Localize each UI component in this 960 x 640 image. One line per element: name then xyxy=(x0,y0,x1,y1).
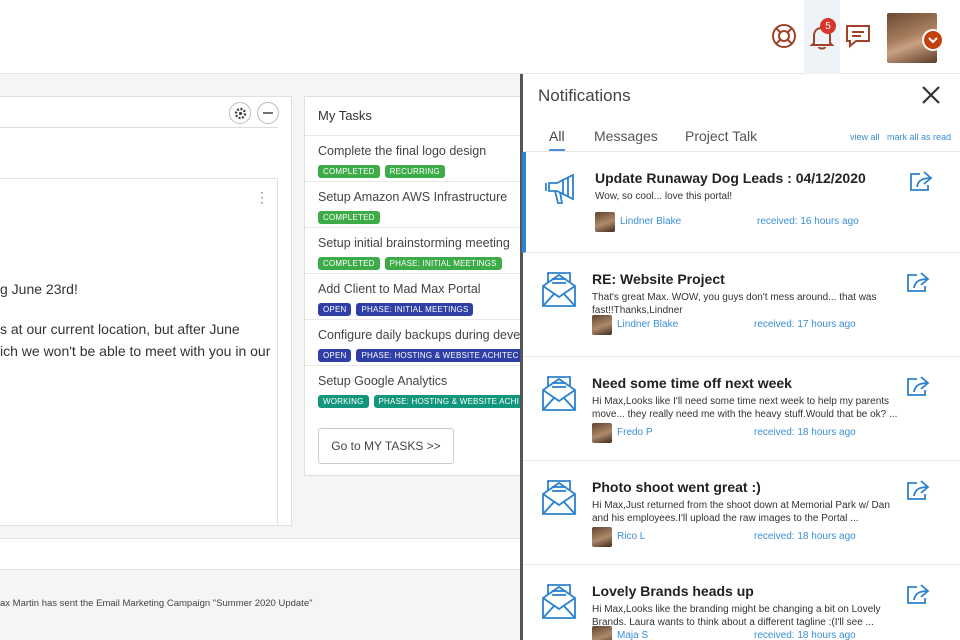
help-lifebuoy-icon[interactable] xyxy=(768,16,800,56)
task-tag: COMPLETED xyxy=(318,165,380,178)
notification-title[interactable]: Need some time off next week xyxy=(592,375,792,391)
notification-body: Wow, so cool... love this portal! xyxy=(595,191,733,202)
task-tags: COMPLETED PHASE: INITIAL MEETINGS xyxy=(318,257,502,270)
tasks-title: My Tasks xyxy=(318,108,372,123)
sender-avatar xyxy=(592,527,612,547)
notification-title[interactable]: Lovely Brands heads up xyxy=(592,583,754,599)
share-icon[interactable] xyxy=(906,479,930,501)
received-time: received: 18 hours ago xyxy=(754,427,856,438)
task-tag: WORKING xyxy=(318,395,369,408)
task-tag: PHASE: HOSTING & WEBSITE ACHI xyxy=(373,395,524,408)
tab-project-talk[interactable]: Project Talk xyxy=(685,128,757,149)
notification-body: Hi Max,Looks like I'll need some time ne… xyxy=(592,396,898,420)
notification-count-badge: 5 xyxy=(820,18,836,34)
panel-header-divider xyxy=(0,127,278,128)
sender-name[interactable]: Rico L xyxy=(617,531,645,542)
more-options-icon[interactable]: ⋮ xyxy=(255,190,269,204)
task-tags: OPEN PHASE: INITIAL MEETINGS xyxy=(318,303,474,316)
notification-title[interactable]: Update Runaway Dog Leads : 04/12/2020 xyxy=(595,170,866,186)
task-item[interactable]: Setup initial brainstorming meeting COMPL… xyxy=(305,227,524,273)
task-name: Setup Google Analytics xyxy=(318,374,448,388)
notification-body: Hi Max,Looks like the branding might be … xyxy=(592,604,881,628)
task-name: Setup Amazon AWS Infrastructure xyxy=(318,190,508,204)
task-tag: RECURRING xyxy=(384,165,445,178)
task-tags: WORKING PHASE: HOSTING & WEBSITE ACHI xyxy=(318,395,524,408)
sender-avatar xyxy=(592,315,612,335)
task-tag: OPEN xyxy=(318,349,352,362)
task-name: Configure daily backups during develo xyxy=(318,328,524,342)
sender-avatar xyxy=(592,423,612,443)
task-item[interactable]: Setup Google Analytics WORKING PHASE: HOST… xyxy=(305,365,524,411)
task-tags: OPEN PHASE: HOSTING & WEBSITE ACHITEC xyxy=(318,349,524,362)
task-item[interactable]: Add Client to Mad Max Portal OPEN PHASE: I… xyxy=(305,273,524,319)
tab-all[interactable]: All xyxy=(549,128,565,151)
sender-name[interactable]: Lindner Blake xyxy=(617,319,678,330)
envelope-icon xyxy=(540,479,578,517)
task-name: Complete the final logo design xyxy=(318,144,487,158)
view-all-link[interactable]: view all xyxy=(850,132,880,142)
sender-avatar xyxy=(592,626,612,640)
sender-name[interactable]: Fredo P xyxy=(617,427,653,438)
notification-item[interactable]: Photo shoot went great :) Hi Max,Just ret… xyxy=(523,461,960,565)
notification-item[interactable]: Lovely Brands heads up Hi Max,Looks like … xyxy=(523,565,960,640)
notification-body: Hi Max,Just returned from the shoot down… xyxy=(592,500,890,524)
task-tags: COMPLETED RECURRING xyxy=(318,165,445,178)
received-time: received: 18 hours ago xyxy=(754,531,856,542)
task-tag: COMPLETED xyxy=(318,211,380,224)
sender-name[interactable]: Maja S xyxy=(617,630,648,640)
my-tasks-panel: My Tasks Complete the final logo design C… xyxy=(304,96,524,476)
sender-avatar xyxy=(595,212,615,232)
sender-name[interactable]: Lindner Blake xyxy=(620,216,681,227)
notification-item[interactable]: Need some time off next week Hi Max,Looks… xyxy=(523,357,960,461)
share-icon[interactable] xyxy=(909,170,933,192)
bottom-strip xyxy=(0,538,520,570)
envelope-icon xyxy=(540,271,578,309)
notification-item[interactable]: RE: Website Project That's great Max. WOW… xyxy=(523,253,960,357)
received-time: received: 16 hours ago xyxy=(757,216,859,227)
chevron-down-icon[interactable] xyxy=(922,29,944,51)
task-item[interactable]: Setup Amazon AWS Infrastructure COMPLETED xyxy=(305,181,524,227)
task-tag: OPEN xyxy=(318,303,352,316)
task-item[interactable]: Complete the final logo design COMPLETED R… xyxy=(305,135,524,181)
message-line-1: g June 23rd! xyxy=(0,281,78,297)
notification-item[interactable]: Update Runaway Dog Leads : 04/12/2020 Wow… xyxy=(522,152,959,253)
envelope-icon xyxy=(540,375,578,413)
tab-messages[interactable]: Messages xyxy=(594,128,658,149)
received-time: received: 18 hours ago xyxy=(754,630,856,640)
notification-title[interactable]: Photo shoot went great :) xyxy=(592,479,761,495)
notifications-title: Notifications xyxy=(538,86,631,105)
notifications-panel: Notifications All Messages Project Talk … xyxy=(520,74,960,640)
task-tag: PHASE: INITIAL MEETINGS xyxy=(356,303,474,316)
task-tags: COMPLETED xyxy=(318,211,380,224)
collapse-minus-icon[interactable] xyxy=(257,102,279,124)
received-time: received: 17 hours ago xyxy=(754,319,856,330)
task-item[interactable]: Configure daily backups during develo OPE… xyxy=(305,319,524,365)
envelope-icon xyxy=(540,583,578,621)
task-tag: PHASE: INITIAL MEETINGS xyxy=(384,257,502,270)
activity-text: ax Martin has sent the Email Marketing C… xyxy=(0,598,313,609)
notification-body: That's great Max. WOW, you guys don't me… xyxy=(592,292,877,316)
chat-icon[interactable] xyxy=(842,16,874,56)
go-to-my-tasks-button[interactable]: Go to MY TASKS >> xyxy=(318,428,454,464)
notification-title[interactable]: RE: Website Project xyxy=(592,271,725,287)
settings-gear-icon[interactable] xyxy=(229,102,251,124)
task-name: Add Client to Mad Max Portal xyxy=(318,282,481,296)
close-icon[interactable] xyxy=(919,83,943,107)
megaphone-icon xyxy=(543,170,581,208)
message-line-2: s at our current location, but after Jun… xyxy=(0,321,240,337)
share-icon[interactable] xyxy=(906,375,930,397)
task-name: Setup initial brainstorming meeting xyxy=(318,236,510,250)
notifications-bell-button[interactable]: 5 xyxy=(804,0,840,74)
message-line-3: ich we won't be able to meet with you in… xyxy=(0,343,271,359)
share-icon[interactable] xyxy=(906,271,930,293)
share-icon[interactable] xyxy=(906,583,930,605)
mark-all-read-link[interactable]: mark all as read xyxy=(887,132,951,142)
top-bar: 5 xyxy=(0,0,960,74)
task-tag: PHASE: HOSTING & WEBSITE ACHITEC xyxy=(356,349,524,362)
task-tag: COMPLETED xyxy=(318,257,380,270)
